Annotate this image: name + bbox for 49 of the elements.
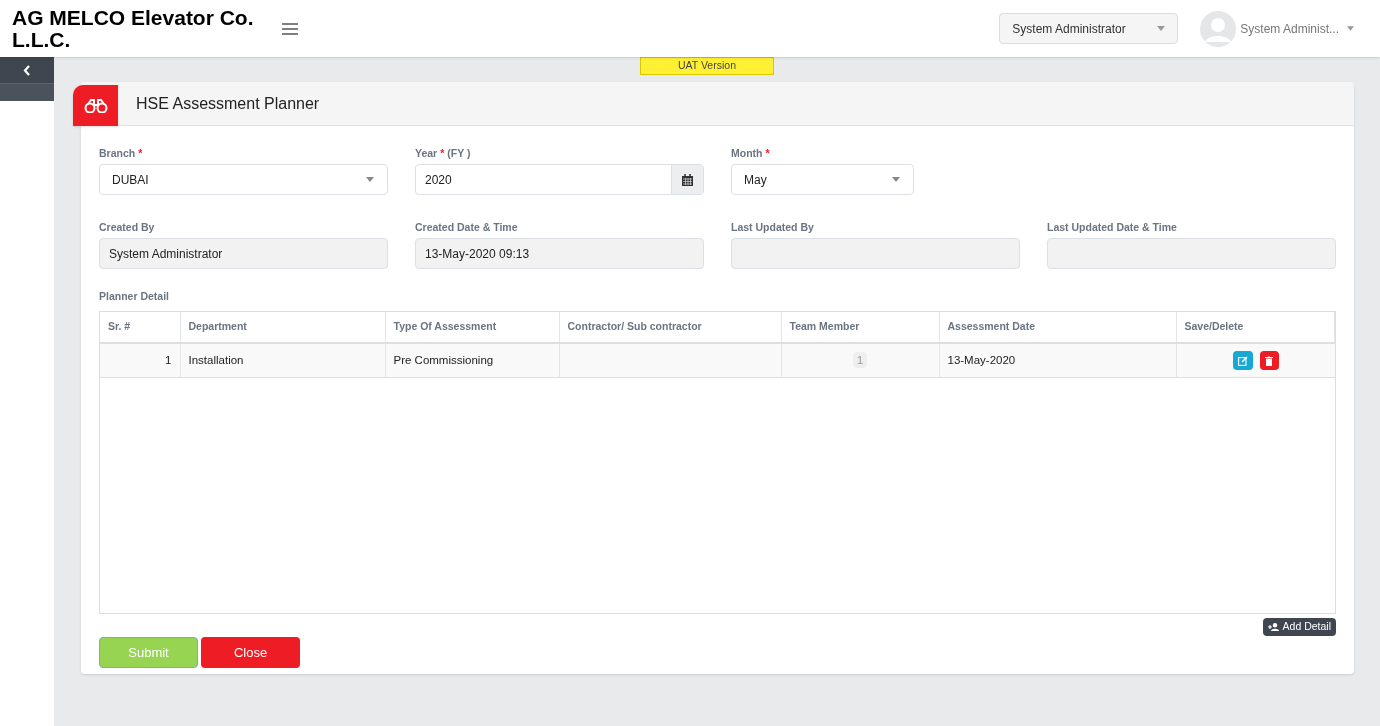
- table-cell: 13-May-2020: [939, 342, 1176, 378]
- role-select[interactable]: System Administrator: [999, 13, 1179, 44]
- field-label: Last Updated By: [731, 220, 815, 234]
- sidebar-toggle[interactable]: [0, 57, 54, 83]
- field-label: Branch *: [99, 146, 144, 160]
- table-cell: 1: [100, 342, 180, 378]
- column-header: Contractor/ Sub contractor: [559, 311, 781, 343]
- menu-icon[interactable]: [282, 22, 298, 35]
- select-field[interactable]: DUBAI: [99, 164, 388, 195]
- page-title: HSE Assessment Planner: [136, 93, 320, 114]
- calendar-button[interactable]: [671, 165, 703, 194]
- field-label: Created Date & Time: [415, 220, 519, 234]
- text-field[interactable]: [731, 238, 1020, 269]
- table-cell: Pre Commissioning: [385, 342, 559, 378]
- column-header: Team Member: [781, 311, 939, 343]
- column-header: Assessment Date: [939, 311, 1176, 343]
- team-member-count: 1: [852, 351, 868, 369]
- table-cell: Installation: [180, 342, 385, 378]
- caret-icon: [1347, 26, 1354, 31]
- caret-icon: [892, 177, 900, 182]
- delete-button[interactable]: [1259, 351, 1279, 370]
- caret-icon: [1157, 26, 1166, 31]
- year-field[interactable]: 2020: [415, 164, 704, 195]
- add-detail-button[interactable]: Add Detail: [1262, 617, 1336, 636]
- caret-icon: [366, 177, 374, 182]
- version-badge: UAT Version: [640, 57, 774, 75]
- select-field[interactable]: May: [731, 164, 914, 195]
- field-label: Last Updated Date & Time: [1047, 220, 1178, 234]
- company-logo-text: AG MELCO Elevator Co. L.L.C.: [12, 6, 255, 51]
- add-user-icon: [1267, 622, 1279, 631]
- field-label: Year * (FY ): [415, 146, 472, 160]
- edit-button[interactable]: [1232, 351, 1253, 370]
- chevron-left-icon: [23, 64, 31, 76]
- binoculars-icon: [83, 98, 108, 113]
- user-name[interactable]: System Administ...: [1240, 19, 1339, 38]
- trash-icon: [1265, 355, 1273, 366]
- field-label: Month *: [731, 146, 771, 160]
- text-field[interactable]: System Administrator: [99, 238, 388, 269]
- section-label: Planner Detail: [99, 289, 171, 304]
- text-field[interactable]: [1047, 238, 1336, 269]
- text-field[interactable]: 13-May-2020 09:13: [415, 238, 704, 269]
- edit-icon: [1237, 355, 1248, 366]
- field-label: Created By: [99, 220, 156, 234]
- column-header: Type Of Assessment: [385, 311, 559, 343]
- calendar-icon: [682, 173, 693, 186]
- column-header: Department: [180, 311, 385, 343]
- column-header: Sr. #: [100, 311, 180, 343]
- column-header: Save/Delete: [1176, 311, 1335, 343]
- close-button[interactable]: Close: [201, 636, 300, 668]
